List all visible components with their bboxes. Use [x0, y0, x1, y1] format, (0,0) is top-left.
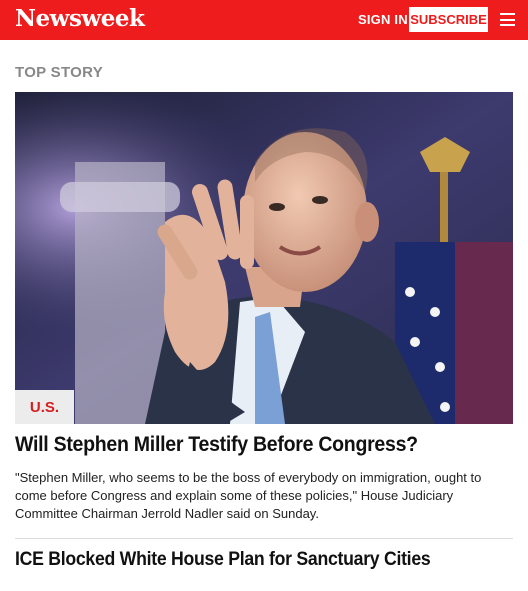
sign-in-link[interactable]: SIGN IN — [358, 12, 408, 27]
section-label: TOP STORY — [15, 64, 104, 81]
hamburger-menu-icon[interactable] — [500, 13, 515, 26]
top-story-summary: "Stephen Miller, who seems to be the bos… — [15, 470, 482, 521]
category-badge[interactable]: U.S. — [15, 390, 74, 424]
hero-image[interactable] — [15, 92, 513, 424]
hero-photo-illustration — [15, 92, 513, 424]
divider — [15, 538, 513, 539]
newsweek-logo[interactable]: Newsweek — [15, 5, 145, 32]
top-nav-bar: Newsweek SIGN IN SUBSCRIBE — [0, 0, 528, 40]
next-story-headline[interactable]: ICE Blocked White House Plan for Sanctua… — [15, 549, 478, 571]
top-story-headline[interactable]: Will Stephen Miller Testify Before Congr… — [15, 433, 478, 457]
subscribe-button[interactable]: SUBSCRIBE — [409, 7, 488, 32]
